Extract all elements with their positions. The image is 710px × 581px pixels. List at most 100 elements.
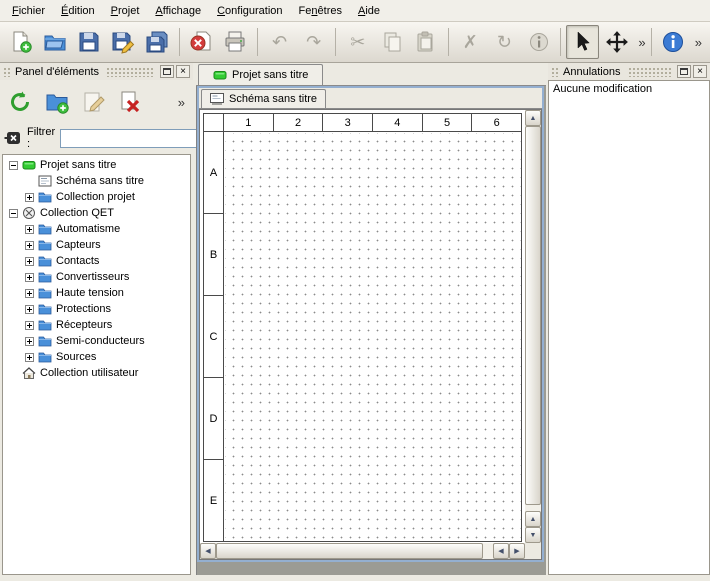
select-mode-button[interactable] bbox=[566, 25, 599, 59]
filter-label: Filtrer : bbox=[27, 126, 55, 150]
save-as-button[interactable] bbox=[106, 25, 139, 59]
scroll-right-button[interactable]: ▶ bbox=[509, 543, 525, 559]
expander-plus-icon[interactable] bbox=[25, 241, 34, 250]
expander-plus-icon[interactable] bbox=[25, 321, 34, 330]
row-ruler: A B C D E bbox=[204, 132, 224, 541]
about-qet-button[interactable] bbox=[657, 25, 690, 59]
tree-item-projet-sans-titre[interactable]: Projet sans titre bbox=[3, 157, 190, 173]
project-tab-label: Projet sans titre bbox=[232, 69, 308, 81]
tab-schema-sans-titre[interactable]: Schéma sans titre bbox=[201, 89, 326, 108]
scroll-left-button-right[interactable]: ◀ bbox=[493, 543, 509, 559]
delete-element-button[interactable] bbox=[115, 86, 147, 118]
print-button[interactable] bbox=[219, 25, 252, 59]
tree-item-label: Haute tension bbox=[56, 287, 124, 299]
menu-aide[interactable]: Aide bbox=[350, 2, 388, 20]
redo-button[interactable]: ↷ bbox=[297, 25, 330, 59]
delete-button[interactable]: ✗ bbox=[454, 25, 487, 59]
expander-plus-icon[interactable] bbox=[25, 289, 34, 298]
dock-grip[interactable] bbox=[551, 67, 559, 77]
tree-item-collection-qet[interactable]: Collection QET bbox=[3, 205, 190, 221]
undo-dock-titlebar[interactable]: Annulations × bbox=[548, 63, 710, 80]
column-label: 3 bbox=[323, 114, 373, 131]
undo-history-list: Aucune modification bbox=[548, 80, 710, 575]
tree-item-automatisme[interactable]: Automatisme bbox=[3, 221, 190, 237]
tree-item-semi-conducteurs[interactable]: Semi-conducteurs bbox=[3, 333, 190, 349]
schema-icon bbox=[210, 93, 224, 105]
toolbar-overflow-chevron[interactable]: » bbox=[634, 35, 649, 50]
pan-mode-button[interactable] bbox=[600, 25, 633, 59]
scroll-up-button[interactable]: ▲ bbox=[525, 110, 541, 126]
expander-plus-icon[interactable] bbox=[25, 337, 34, 346]
expander-minus-icon[interactable] bbox=[9, 161, 18, 170]
undo-button[interactable]: ↶ bbox=[263, 25, 296, 59]
undo-history-item[interactable]: Aucune modification bbox=[549, 81, 709, 97]
open-folder-icon bbox=[43, 30, 67, 54]
tree-item-contacts[interactable]: Contacts bbox=[3, 253, 190, 269]
clear-filter-button[interactable] bbox=[4, 130, 22, 146]
menu-fenetres[interactable]: Fenêtres bbox=[291, 2, 350, 20]
paste-button[interactable] bbox=[410, 25, 443, 59]
expander-plus-icon[interactable] bbox=[25, 193, 34, 202]
tree-item-capteurs[interactable]: Capteurs bbox=[3, 237, 190, 253]
row-label: E bbox=[204, 460, 223, 541]
expander-plus-icon[interactable] bbox=[25, 353, 34, 362]
horizontal-scroll-thumb[interactable] bbox=[216, 543, 483, 559]
dock-float-button[interactable] bbox=[160, 65, 174, 78]
scroll-down-button[interactable]: ▼ bbox=[525, 527, 541, 543]
dot-grid[interactable] bbox=[225, 133, 521, 541]
open-project-button[interactable] bbox=[38, 25, 71, 59]
cut-button[interactable]: ✂ bbox=[341, 25, 374, 59]
tree-item-label: Automatisme bbox=[56, 223, 120, 235]
column-label: 4 bbox=[373, 114, 423, 131]
tab-projet-sans-titre[interactable]: Projet sans titre bbox=[198, 64, 323, 85]
filter-input[interactable] bbox=[60, 129, 210, 148]
tree-item-sources[interactable]: Sources bbox=[3, 349, 190, 365]
schema-tab-label: Schéma sans titre bbox=[229, 93, 317, 105]
dock-close-button[interactable]: × bbox=[693, 65, 707, 78]
tree-item-haute-tension[interactable]: Haute tension bbox=[3, 285, 190, 301]
menu-edition[interactable]: Édition bbox=[53, 2, 103, 20]
rotate-button[interactable]: ↻ bbox=[488, 25, 521, 59]
toolbar-overflow-chevron-right[interactable]: » bbox=[691, 35, 706, 50]
close-file-button[interactable] bbox=[185, 25, 218, 59]
menu-configuration[interactable]: Configuration bbox=[209, 2, 290, 20]
new-element-button[interactable] bbox=[41, 86, 73, 118]
dock-close-button[interactable]: × bbox=[176, 65, 190, 78]
new-project-button[interactable] bbox=[4, 25, 37, 59]
horizontal-scrollbar[interactable]: ◀ ◀ ▶ bbox=[200, 543, 525, 559]
dock-grip[interactable] bbox=[3, 67, 11, 77]
dock-grip[interactable] bbox=[106, 67, 155, 77]
tree-item-convertisseurs[interactable]: Convertisseurs bbox=[3, 269, 190, 285]
float-icon bbox=[680, 68, 688, 75]
tree-item-protections[interactable]: Protections bbox=[3, 301, 190, 317]
folder-icon bbox=[38, 254, 52, 268]
copy-button[interactable] bbox=[375, 25, 408, 59]
row-label: D bbox=[204, 378, 223, 460]
panel-overflow-chevron[interactable]: » bbox=[174, 95, 189, 110]
vertical-scrollbar[interactable]: ▲ ▲ ▼ bbox=[525, 110, 541, 543]
tree-item-schema-sans-titre[interactable]: Schéma sans titre bbox=[3, 173, 190, 189]
vertical-scroll-thumb[interactable] bbox=[525, 126, 541, 505]
dock-float-button[interactable] bbox=[677, 65, 691, 78]
save-all-button[interactable] bbox=[141, 25, 174, 59]
edit-element-button[interactable] bbox=[78, 86, 110, 118]
expander-plus-icon[interactable] bbox=[25, 257, 34, 266]
reload-collections-button[interactable] bbox=[4, 86, 36, 118]
menu-projet[interactable]: Projet bbox=[103, 2, 148, 20]
scroll-left-button[interactable]: ◀ bbox=[200, 543, 216, 559]
expander-plus-icon[interactable] bbox=[25, 225, 34, 234]
expander-plus-icon[interactable] bbox=[25, 305, 34, 314]
menu-fichier[interactable]: Fichier bbox=[4, 2, 53, 20]
element-info-button[interactable] bbox=[522, 25, 555, 59]
tree-item-recepteurs[interactable]: Récepteurs bbox=[3, 317, 190, 333]
dock-grip[interactable] bbox=[628, 67, 673, 77]
schema-canvas[interactable]: 1 2 3 4 5 6 A B C bbox=[200, 110, 525, 543]
tree-item-collection-utilisateur[interactable]: Collection utilisateur bbox=[3, 365, 190, 381]
menu-affichage[interactable]: Affichage bbox=[147, 2, 209, 20]
expander-plus-icon[interactable] bbox=[25, 273, 34, 282]
tree-item-collection-projet[interactable]: Collection projet bbox=[3, 189, 190, 205]
expander-minus-icon[interactable] bbox=[9, 209, 18, 218]
elements-panel-titlebar[interactable]: Panel d'éléments × bbox=[0, 63, 193, 80]
scroll-up-button-bottom[interactable]: ▲ bbox=[525, 511, 541, 527]
save-button[interactable] bbox=[72, 25, 105, 59]
